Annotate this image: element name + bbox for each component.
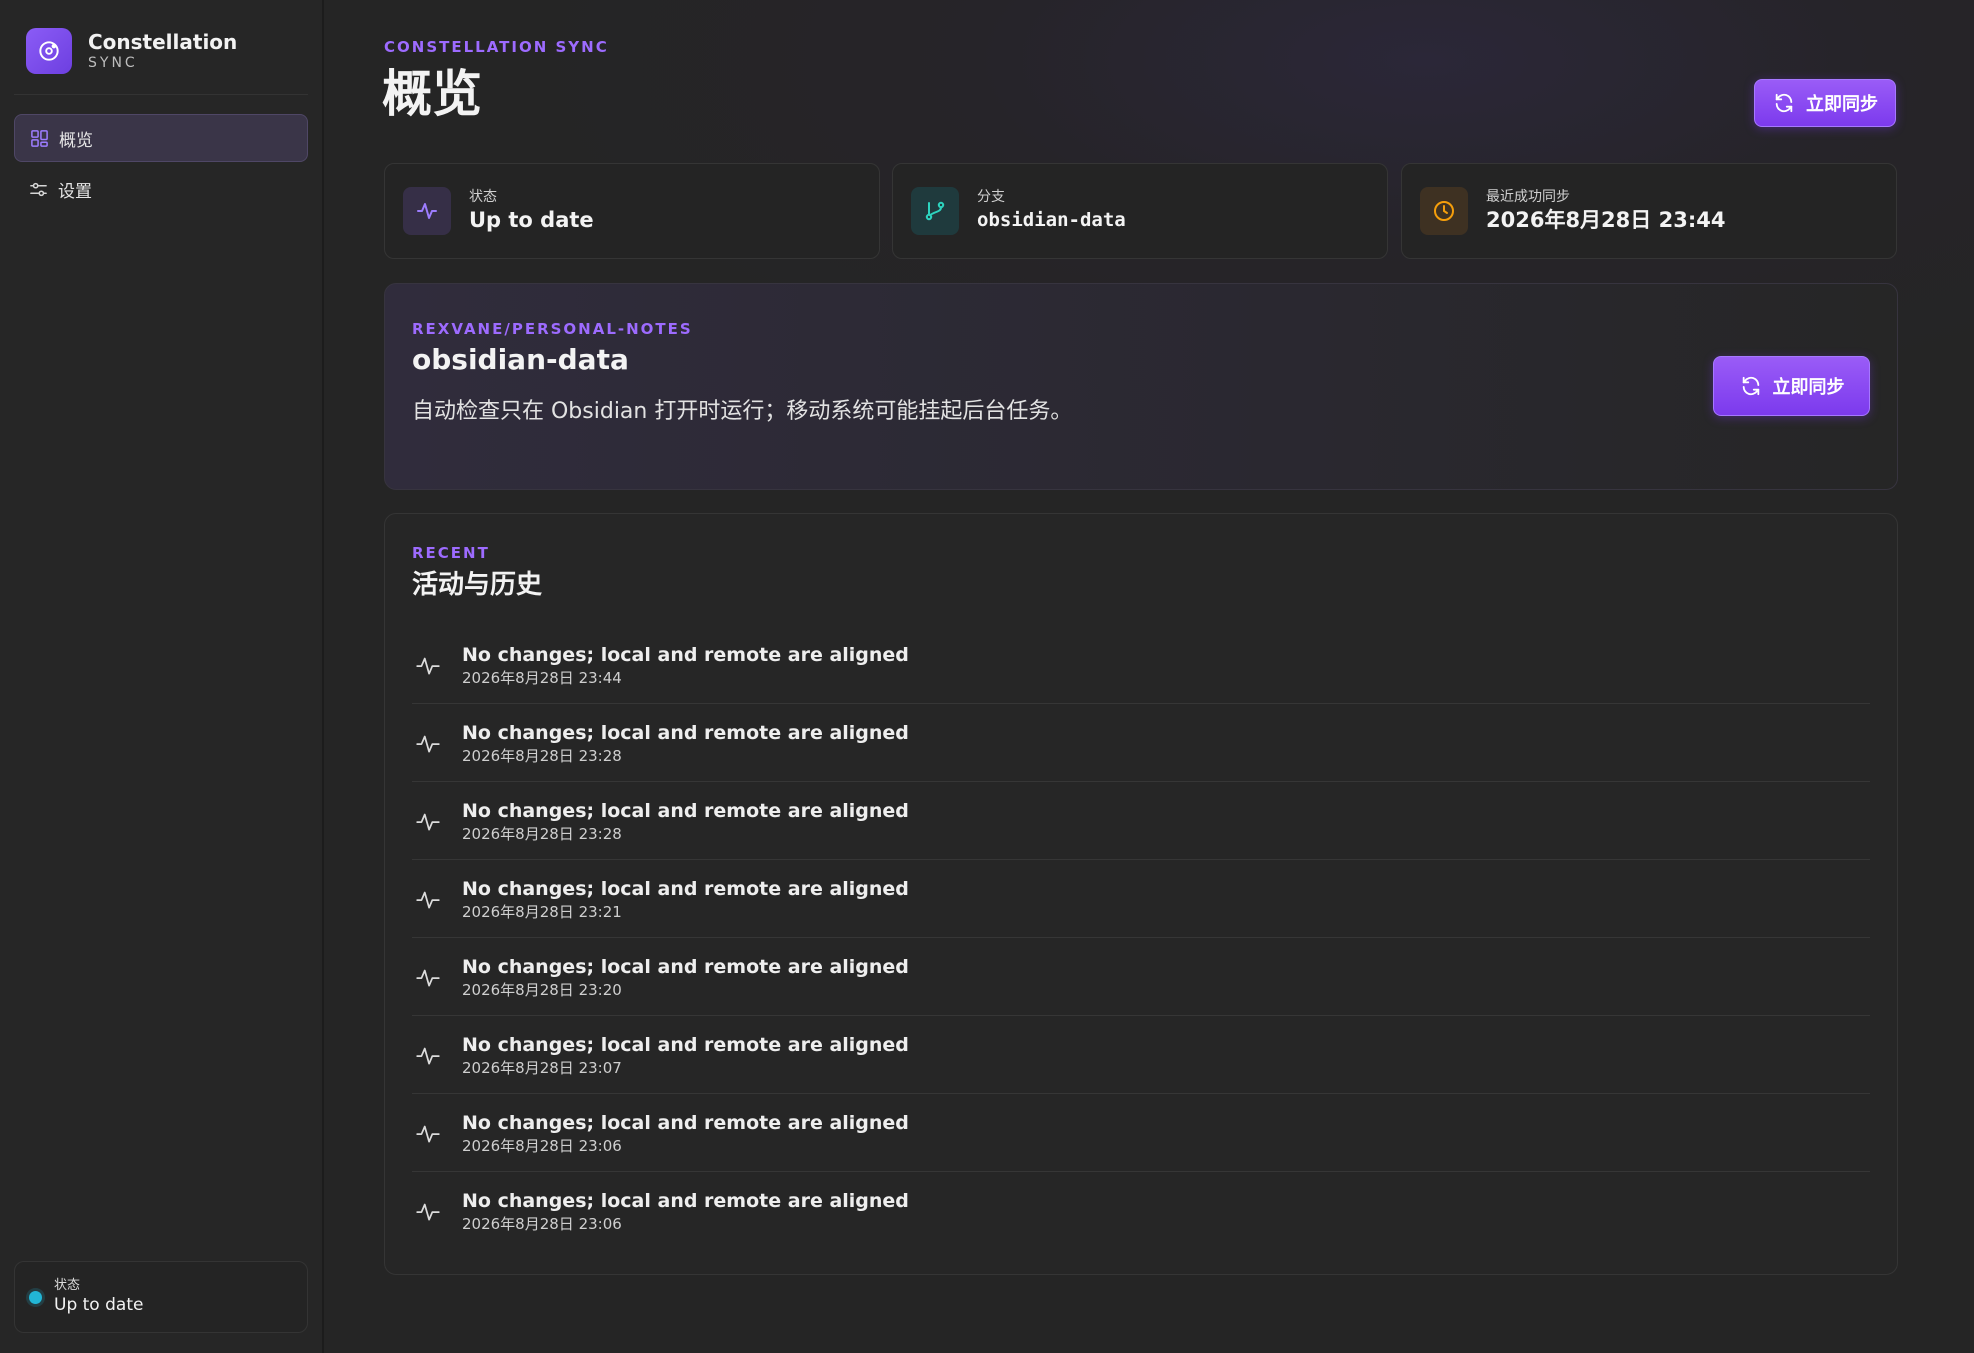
history-title: 活动与历史: [412, 570, 543, 600]
dashboard-grid-icon: [29, 128, 49, 148]
sidebar-item-settings[interactable]: 设置: [14, 165, 308, 213]
history-item: No changes; local and remote are aligned…: [412, 860, 1870, 938]
activity-pulse-icon: [414, 963, 442, 991]
history-item: No changes; local and remote are aligned…: [412, 938, 1870, 1016]
sidebar: Constellation SYNC 概览 设置 状态 Up to date: [0, 0, 324, 1353]
history-time: 2026年8月28日 23:28: [462, 746, 622, 765]
constellation-logo-icon: [26, 28, 72, 74]
history-time: 2026年8月28日 23:21: [462, 902, 622, 921]
history-message: No changes; local and remote are aligned: [462, 799, 909, 822]
stat-value: obsidian-data: [977, 209, 1126, 231]
history-message: No changes; local and remote are aligned: [462, 1033, 909, 1056]
activity-pulse-icon: [414, 729, 442, 757]
branch-card: 分支 obsidian-data: [892, 163, 1388, 259]
stat-label: 分支: [977, 189, 1005, 205]
sidebar-status-panel: 状态 Up to date: [14, 1261, 308, 1333]
stat-label: 最近成功同步: [1486, 189, 1570, 205]
history-message: No changes; local and remote are aligned: [462, 1190, 909, 1212]
activity-pulse-icon: [414, 885, 442, 913]
divider: [14, 94, 308, 95]
history-time: 2026年8月28日 23:06: [462, 1215, 622, 1233]
history-item: No changes; local and remote are aligned…: [412, 1172, 1870, 1250]
sidebar-item-label: 设置: [58, 181, 92, 202]
page-eyebrow: CONSTELLATION SYNC: [384, 38, 609, 56]
page-title: 概览: [382, 65, 482, 123]
activity-pulse-icon: [414, 1197, 442, 1225]
clock-icon: [1420, 187, 1468, 235]
history-time: 2026年8月28日 23:44: [462, 668, 622, 687]
history-message: No changes; local and remote are aligned: [462, 1111, 909, 1134]
history-message: No changes; local and remote are aligned: [462, 955, 909, 978]
stat-value: Up to date: [469, 208, 594, 232]
repo-description: 自动检查只在 Obsidian 打开时运行；移动系统可能挂起后台任务。: [412, 399, 1073, 424]
history-message: No changes; local and remote are aligned: [462, 721, 909, 744]
activity-pulse-icon: [403, 187, 451, 235]
sync-now-label: 立即同步: [1806, 94, 1878, 114]
history-card: RECENT 活动与历史 No changes; local and remot…: [384, 513, 1898, 1275]
stat-value: 2026年8月28日 23:44: [1486, 208, 1726, 232]
repository-card: REXVANE/PERSONAL-NOTES obsidian-data 自动检…: [384, 283, 1898, 490]
history-list: No changes; local and remote are aligned…: [412, 626, 1870, 1250]
brand-subtitle: SYNC: [88, 55, 138, 71]
sidebar-status-label: 状态: [54, 1278, 81, 1293]
history-item: No changes; local and remote are aligned…: [412, 1016, 1870, 1094]
activity-pulse-icon: [414, 807, 442, 835]
sync-now-button[interactable]: 立即同步: [1754, 79, 1896, 127]
git-branch-icon: [911, 187, 959, 235]
activity-pulse-icon: [414, 651, 442, 679]
sidebar-status-value: Up to date: [54, 1295, 144, 1315]
activity-pulse-icon: [414, 1041, 442, 1069]
sidebar-item-overview[interactable]: 概览: [14, 114, 308, 162]
history-message: No changes; local and remote are aligned: [462, 643, 909, 666]
history-message: No changes; local and remote are aligned: [462, 877, 909, 900]
repo-sync-now-button[interactable]: 立即同步: [1713, 356, 1870, 416]
sliders-icon: [28, 179, 48, 199]
brand[interactable]: Constellation SYNC: [26, 28, 237, 74]
history-time: 2026年8月28日 23:28: [462, 824, 622, 843]
history-time: 2026年8月28日 23:20: [462, 980, 622, 999]
history-item: No changes; local and remote are aligned…: [412, 782, 1870, 860]
activity-pulse-icon: [414, 1119, 442, 1147]
status-dot-icon: [29, 1290, 42, 1304]
last-sync-card: 最近成功同步 2026年8月28日 23:44: [1401, 163, 1897, 259]
brand-name: Constellation: [88, 30, 238, 54]
refresh-icon: [1772, 91, 1796, 115]
sync-now-label: 立即同步: [1772, 377, 1845, 397]
history-item: No changes; local and remote are aligned…: [412, 626, 1870, 704]
repo-title: obsidian-data: [412, 343, 629, 376]
history-item: No changes; local and remote are aligned…: [412, 1094, 1870, 1172]
main-content: CONSTELLATION SYNC 概览 立即同步 状态 Up to date: [326, 0, 1974, 1353]
history-time: 2026年8月28日 23:06: [462, 1136, 622, 1155]
refresh-icon: [1739, 374, 1763, 398]
history-eyebrow: RECENT: [412, 544, 490, 562]
sidebar-item-label: 概览: [59, 130, 93, 151]
stat-label: 状态: [469, 189, 497, 205]
status-card: 状态 Up to date: [384, 163, 880, 259]
history-time: 2026年8月28日 23:07: [462, 1058, 622, 1077]
history-item: No changes; local and remote are aligned…: [412, 704, 1870, 782]
repo-path: REXVANE/PERSONAL-NOTES: [412, 320, 693, 338]
